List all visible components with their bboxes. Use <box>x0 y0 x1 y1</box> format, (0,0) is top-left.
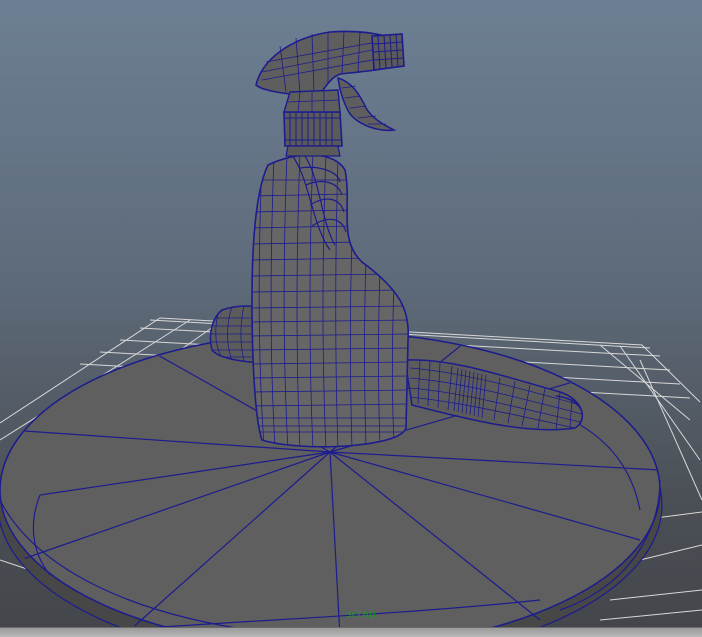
bottle-body-mesh[interactable] <box>250 149 410 450</box>
viewport-scene[interactable] <box>0 0 702 637</box>
viewport-bottom-bar <box>0 627 702 637</box>
maya-viewport[interactable]: scrap <box>0 0 702 637</box>
object-name-label: scrap <box>346 609 376 620</box>
bottle-cap-mesh[interactable] <box>283 111 343 157</box>
